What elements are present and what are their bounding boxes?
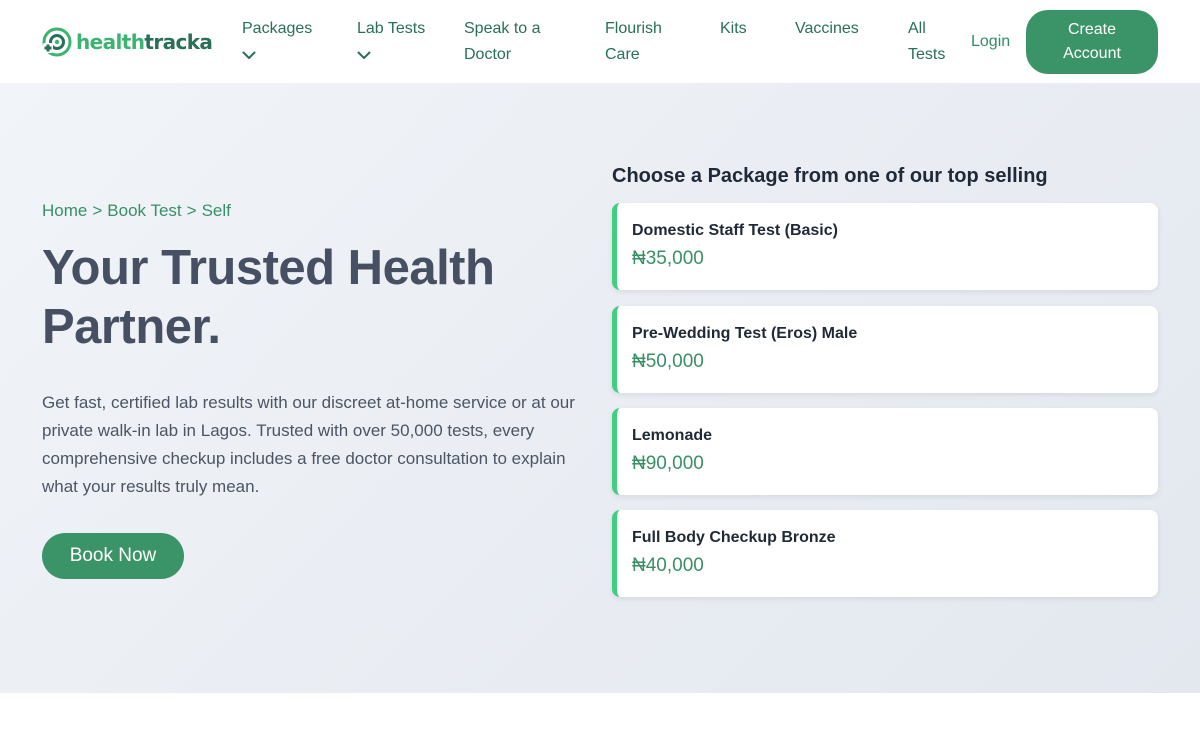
nav-item-label: Packages xyxy=(242,20,313,37)
package-card[interactable]: Lemonade ₦90,000 xyxy=(612,408,1158,495)
logo-icon xyxy=(41,26,73,58)
packages-heading: Choose a Package from one of our top sel… xyxy=(612,165,1048,187)
hero-description: Get fast, certified lab results with our… xyxy=(42,393,575,496)
nav-item-flourish-care[interactable]: Flourish Care xyxy=(605,16,685,68)
nav-item-label: Flourish Care xyxy=(605,20,662,63)
book-now-button[interactable]: Book Now xyxy=(42,533,184,579)
breadcrumb-separator: > xyxy=(186,201,197,220)
nav-item-label: Vaccines xyxy=(795,20,859,37)
package-name: Lemonade xyxy=(632,427,713,444)
login-link[interactable]: Login xyxy=(971,29,1010,55)
chevron-down-icon xyxy=(242,51,256,59)
nav-item-label: Speak to a Doctor xyxy=(464,20,541,63)
nav-item-vaccines[interactable]: Vaccines xyxy=(795,16,875,42)
package-price: ₦35,000 xyxy=(632,248,704,269)
breadcrumb-self[interactable]: Self xyxy=(202,201,231,220)
brand-logo[interactable]: healthtracka xyxy=(41,26,213,58)
create-account-button[interactable]: Create Account xyxy=(1026,10,1158,74)
package-price: ₦40,000 xyxy=(632,555,704,576)
package-name: Full Body Checkup Bronze xyxy=(632,529,836,546)
nav-item-label: All Tests xyxy=(908,20,946,63)
package-card[interactable]: Pre-Wedding Test (Eros) Male ₦50,000 xyxy=(612,306,1158,393)
nav-item-lab-tests[interactable]: Lab Tests xyxy=(357,16,427,68)
logo-wordmark: healthtracka xyxy=(76,30,213,54)
hero-title: Your Trusted Health Partner. xyxy=(42,241,495,354)
navbar: healthtracka Packages Lab Tests Speak to… xyxy=(0,0,1200,83)
package-card[interactable]: Full Body Checkup Bronze ₦40,000 xyxy=(612,510,1158,597)
nav-item-all-tests[interactable]: All Tests xyxy=(908,16,956,68)
nav-item-label: Lab Tests xyxy=(357,20,426,37)
breadcrumb-separator: > xyxy=(92,201,103,220)
package-price: ₦90,000 xyxy=(632,453,704,474)
nav-item-label: Kits xyxy=(720,20,747,37)
chevron-down-icon xyxy=(357,51,371,59)
package-name: Pre-Wedding Test (Eros) Male xyxy=(632,325,858,342)
breadcrumb-book-test[interactable]: Book Test xyxy=(107,201,181,220)
hero-section: Home > Book Test > Self Your Trusted Health … xyxy=(0,83,1200,693)
breadcrumb: Home > Book Test > Self xyxy=(42,199,231,223)
package-card[interactable]: Domestic Staff Test (Basic) ₦35,000 xyxy=(612,203,1158,290)
nav-item-packages[interactable]: Packages xyxy=(242,16,322,68)
package-price: ₦50,000 xyxy=(632,351,704,372)
nav-item-kits[interactable]: Kits xyxy=(720,16,770,42)
package-name: Domestic Staff Test (Basic) xyxy=(632,222,838,239)
nav-item-speak-to-a-doctor[interactable]: Speak to a Doctor xyxy=(464,16,564,68)
breadcrumb-home[interactable]: Home xyxy=(42,201,87,220)
